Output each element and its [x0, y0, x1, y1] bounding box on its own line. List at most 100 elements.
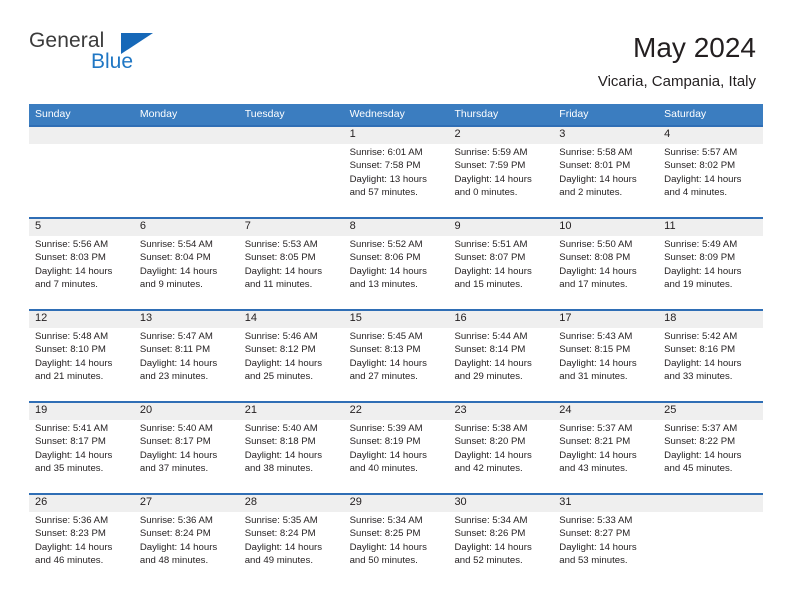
weekday-wednesday: Wednesday: [349, 108, 405, 120]
daylight-text-line2: and 13 minutes.: [349, 278, 418, 290]
day-cell[interactable]: [29, 127, 134, 217]
day-number: 19: [35, 404, 48, 416]
day-details: Sunrise: 6:01 AM Sunset: 7:58 PM Dayligh…: [350, 144, 443, 199]
sunrise-text: Sunrise: 5:34 AM: [349, 515, 423, 526]
day-cell[interactable]: 5 Sunrise: 5:56 AM Sunset: 8:03 PM Dayli…: [29, 219, 134, 309]
page-header: General Blue May 2024 Vicaria, Campania,…: [0, 0, 792, 90]
day-details: Sunrise: 5:42 AM Sunset: 8:16 PM Dayligh…: [664, 328, 757, 383]
daylight-text-line2: and 19 minutes.: [664, 278, 733, 290]
day-cell[interactable]: 8 Sunrise: 5:52 AM Sunset: 8:06 PM Dayli…: [344, 219, 449, 309]
daylight-text-line2: and 11 minutes.: [244, 278, 313, 290]
day-details: Sunrise: 5:40 AM Sunset: 8:17 PM Dayligh…: [140, 420, 233, 475]
day-cell[interactable]: 28 Sunrise: 5:35 AM Sunset: 8:24 PM Dayl…: [239, 495, 344, 585]
logo-text-general: General: [29, 29, 105, 52]
daylight-text-line1: Daylight: 14 hours: [454, 541, 532, 553]
day-cell[interactable]: 23 Sunrise: 5:38 AM Sunset: 8:20 PM Dayl…: [448, 403, 553, 493]
day-cell[interactable]: 11 Sunrise: 5:49 AM Sunset: 8:09 PM Dayl…: [658, 219, 763, 309]
sunrise-text: Sunrise: 5:42 AM: [664, 331, 738, 342]
day-cell[interactable]: 29 Sunrise: 5:34 AM Sunset: 8:25 PM Dayl…: [344, 495, 449, 585]
day-cell[interactable]: 1 Sunrise: 6:01 AM Sunset: 7:58 PM Dayli…: [344, 127, 449, 217]
day-cell[interactable]: 26 Sunrise: 5:36 AM Sunset: 8:23 PM Dayl…: [29, 495, 134, 585]
day-cell[interactable]: [239, 127, 344, 217]
daylight-text-line2: and 33 minutes.: [664, 370, 733, 382]
daylight-text-line2: and 45 minutes.: [664, 462, 733, 474]
sunrise-text: Sunrise: 5:47 AM: [139, 331, 213, 342]
day-details: Sunrise: 5:54 AM Sunset: 8:04 PM Dayligh…: [140, 236, 233, 291]
day-details: Sunrise: 5:59 AM Sunset: 7:59 PM Dayligh…: [454, 144, 547, 199]
daylight-text-line2: and 4 minutes.: [664, 186, 728, 198]
day-cell[interactable]: 31 Sunrise: 5:33 AM Sunset: 8:27 PM Dayl…: [553, 495, 658, 585]
daylight-text-line1: Daylight: 14 hours: [559, 265, 637, 277]
daylight-text-line2: and 29 minutes.: [454, 370, 523, 382]
day-cell[interactable]: 22 Sunrise: 5:39 AM Sunset: 8:19 PM Dayl…: [344, 403, 449, 493]
day-details: Sunrise: 5:39 AM Sunset: 8:19 PM Dayligh…: [350, 420, 443, 475]
daylight-text-line1: Daylight: 14 hours: [139, 357, 218, 369]
daylight-text-line1: Daylight: 14 hours: [664, 173, 742, 185]
page-title: May 2024: [633, 32, 756, 63]
sunrise-text: Sunrise: 5:51 AM: [454, 239, 528, 250]
day-number: 9: [454, 220, 461, 232]
day-cell[interactable]: 4 Sunrise: 5:57 AM Sunset: 8:02 PM Dayli…: [658, 127, 763, 217]
day-cell[interactable]: 3 Sunrise: 5:58 AM Sunset: 8:01 PM Dayli…: [553, 127, 658, 217]
day-cell[interactable]: 24 Sunrise: 5:37 AM Sunset: 8:21 PM Dayl…: [553, 403, 658, 493]
daylight-text-line2: and 42 minutes.: [454, 462, 523, 474]
day-cell[interactable]: 15 Sunrise: 5:45 AM Sunset: 8:13 PM Dayl…: [344, 311, 449, 401]
sunrise-text: Sunrise: 5:50 AM: [559, 239, 633, 250]
day-cell[interactable]: 9 Sunrise: 5:51 AM Sunset: 8:07 PM Dayli…: [448, 219, 553, 309]
day-number: 25: [664, 404, 677, 416]
weekday-sunday: Sunday: [35, 108, 71, 120]
general-blue-logo[interactable]: General Blue: [29, 29, 153, 78]
daylight-text-line2: and 37 minutes.: [139, 462, 209, 474]
daylight-text-line1: Daylight: 14 hours: [35, 449, 113, 461]
daylight-text-line2: and 50 minutes.: [349, 554, 418, 566]
sunset-text: Sunset: 8:24 PM: [244, 528, 316, 540]
sunrise-text: Sunrise: 5:49 AM: [664, 239, 738, 250]
daylight-text-line1: Daylight: 14 hours: [454, 449, 532, 461]
daylight-text-line2: and 17 minutes.: [559, 278, 628, 290]
sunset-text: Sunset: 8:02 PM: [664, 160, 736, 172]
daylight-text-line1: Daylight: 14 hours: [559, 357, 637, 369]
sunrise-text: Sunrise: 5:43 AM: [559, 331, 633, 342]
daylight-text-line1: Daylight: 14 hours: [454, 357, 532, 369]
day-cell[interactable]: 27 Sunrise: 5:36 AM Sunset: 8:24 PM Dayl…: [134, 495, 239, 585]
day-cell[interactable]: 17 Sunrise: 5:43 AM Sunset: 8:15 PM Dayl…: [553, 311, 658, 401]
daylight-text-line1: Daylight: 14 hours: [559, 449, 637, 461]
day-details: Sunrise: 5:57 AM Sunset: 8:02 PM Dayligh…: [664, 144, 757, 199]
sunrise-text: Sunrise: 6:01 AM: [349, 147, 423, 158]
weekday-header-row: Sunday Monday Tuesday Wednesday Thursday…: [29, 104, 763, 125]
day-cell[interactable]: 19 Sunrise: 5:41 AM Sunset: 8:17 PM Dayl…: [29, 403, 134, 493]
daylight-text-line2: and 21 minutes.: [35, 370, 104, 382]
sunset-text: Sunset: 8:11 PM: [139, 344, 211, 356]
sunrise-text: Sunrise: 5:37 AM: [559, 423, 633, 434]
day-details: Sunrise: 5:50 AM Sunset: 8:08 PM Dayligh…: [559, 236, 652, 291]
day-details: Sunrise: 5:40 AM Sunset: 8:18 PM Dayligh…: [245, 420, 338, 475]
day-cell[interactable]: 13 Sunrise: 5:47 AM Sunset: 8:11 PM Dayl…: [134, 311, 239, 401]
daylight-text-line1: Daylight: 14 hours: [349, 265, 427, 277]
day-cell[interactable]: 2 Sunrise: 5:59 AM Sunset: 7:59 PM Dayli…: [448, 127, 553, 217]
day-cell[interactable]: 6 Sunrise: 5:54 AM Sunset: 8:04 PM Dayli…: [134, 219, 239, 309]
day-cell[interactable]: 21 Sunrise: 5:40 AM Sunset: 8:18 PM Dayl…: [239, 403, 344, 493]
day-details: Sunrise: 5:38 AM Sunset: 8:20 PM Dayligh…: [454, 420, 547, 475]
day-cell[interactable]: [134, 127, 239, 217]
day-details: Sunrise: 5:45 AM Sunset: 8:13 PM Dayligh…: [350, 328, 443, 383]
sunrise-text: Sunrise: 5:53 AM: [244, 239, 318, 250]
sunrise-text: Sunrise: 5:54 AM: [139, 239, 213, 250]
daylight-text-line2: and 27 minutes.: [349, 370, 418, 382]
day-cell[interactable]: 18 Sunrise: 5:42 AM Sunset: 8:16 PM Dayl…: [658, 311, 763, 401]
day-cell[interactable]: 20 Sunrise: 5:40 AM Sunset: 8:17 PM Dayl…: [134, 403, 239, 493]
day-cell[interactable]: 14 Sunrise: 5:46 AM Sunset: 8:12 PM Dayl…: [239, 311, 344, 401]
sunset-text: Sunset: 8:04 PM: [139, 252, 211, 264]
day-cell[interactable]: 12 Sunrise: 5:48 AM Sunset: 8:10 PM Dayl…: [29, 311, 134, 401]
day-cell[interactable]: 25 Sunrise: 5:37 AM Sunset: 8:22 PM Dayl…: [658, 403, 763, 493]
day-details: Sunrise: 5:43 AM Sunset: 8:15 PM Dayligh…: [559, 328, 652, 383]
daylight-text-line1: Daylight: 14 hours: [35, 541, 113, 553]
day-cell[interactable]: 30 Sunrise: 5:34 AM Sunset: 8:26 PM Dayl…: [448, 495, 553, 585]
daylight-text-line1: Daylight: 14 hours: [454, 173, 532, 185]
day-cell[interactable]: [658, 495, 763, 585]
day-cell[interactable]: 10 Sunrise: 5:50 AM Sunset: 8:08 PM Dayl…: [553, 219, 658, 309]
daylight-text-line2: and 46 minutes.: [35, 554, 104, 566]
daylight-text-line1: Daylight: 14 hours: [35, 265, 113, 277]
title-block: May 2024 Vicaria, Campania, Italy: [598, 30, 756, 90]
day-cell[interactable]: 16 Sunrise: 5:44 AM Sunset: 8:14 PM Dayl…: [448, 311, 553, 401]
day-cell[interactable]: 7 Sunrise: 5:53 AM Sunset: 8:05 PM Dayli…: [239, 219, 344, 309]
